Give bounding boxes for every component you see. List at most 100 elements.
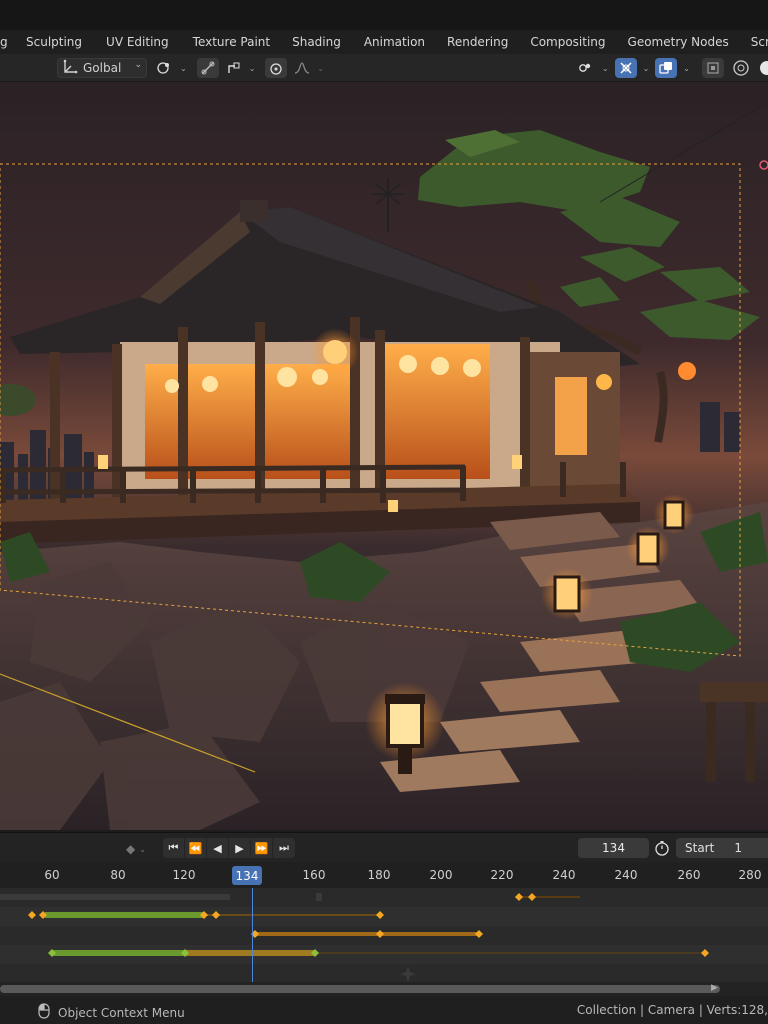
tab-geometry-nodes[interactable]: Geometry Nodes: [614, 30, 737, 54]
viewport-right-controls: ⌄ ⌄ ⌄: [574, 58, 768, 78]
tab-animation[interactable]: Animation: [349, 30, 433, 54]
viewport-header: Golbal ⌄ ⌄ ⌄ ⌄ ⌄ ⌄ ⌄: [0, 54, 768, 82]
status-hint: Object Context Menu: [58, 1005, 185, 1020]
tab-compositing[interactable]: Compositing: [516, 30, 613, 54]
wireframe-shading-button[interactable]: [730, 58, 752, 78]
workspace-tabs: g Sculpting UV Editing Texture Paint Sha…: [0, 30, 768, 54]
tab-scripting[interactable]: Scripting: [737, 30, 768, 54]
play-reverse-icon: ◀: [213, 841, 222, 855]
keyframe[interactable]: [528, 893, 536, 901]
scrollbar-thumb[interactable]: [0, 985, 720, 993]
ruler-tick: 280: [738, 868, 762, 882]
stopwatch-icon[interactable]: [652, 838, 672, 858]
ruler-tick: 200: [429, 868, 453, 882]
proportional-edit-icon: [270, 63, 283, 75]
keying-dropdown[interactable]: ◆ ⌄: [118, 839, 154, 859]
ruler-tick: 260: [677, 868, 701, 882]
snap-group: ⌄ ⌄ ⌄: [154, 58, 324, 78]
falloff-icon: [295, 62, 310, 74]
jump-to-start-button[interactable]: ⏮: [163, 838, 185, 858]
timeline-header: ◆ ⌄ ⏮ ⏪ ◀ ▶ ⏩ ⏭ 134 Start 1: [0, 832, 768, 862]
overlay-icon: [659, 62, 673, 74]
start-frame-value: 1: [734, 841, 742, 855]
jump-to-start-icon: ⏮: [168, 841, 179, 854]
current-frame-indicator[interactable]: 134: [232, 866, 262, 885]
tab-shading[interactable]: Shading: [278, 30, 349, 54]
proportional-edit-button[interactable]: [265, 58, 288, 78]
keyframe[interactable]: [376, 911, 384, 919]
tab-rendering[interactable]: Rendering: [433, 30, 516, 54]
pivot-icon: [157, 62, 169, 74]
play-button[interactable]: ▶: [229, 838, 251, 858]
jump-to-prev-keyframe-button[interactable]: ⏪: [185, 838, 207, 858]
tab-sculpting[interactable]: Sculpting: [8, 30, 90, 54]
tab-uv-editing[interactable]: UV Editing: [90, 30, 177, 54]
rewind-icon: ⏪: [188, 841, 203, 855]
scene-statistics: Collection | Camera | Verts:128,: [576, 1003, 768, 1017]
keyframe[interactable]: [515, 893, 523, 901]
gizmo-toggle-button[interactable]: [614, 58, 637, 78]
timeline-scrollbar[interactable]: ▶: [0, 982, 768, 996]
tab-texture-paint[interactable]: Texture Paint: [177, 30, 278, 54]
visibility-dropdown[interactable]: [574, 58, 596, 78]
transform-pivot-icon: [62, 59, 78, 78]
jump-to-next-keyframe-button[interactable]: ⏩: [251, 838, 273, 858]
tab-layout-partial[interactable]: g: [0, 30, 8, 54]
play-icon: ▶: [235, 841, 244, 855]
pivot-point-button[interactable]: [154, 58, 176, 78]
frame-ruler[interactable]: 60 80 120 134 160 180 200 220 240 240 26…: [0, 862, 768, 888]
keyframe[interactable]: [212, 911, 220, 919]
transform-orientation-dropdown[interactable]: Golbal ⌄: [57, 58, 147, 78]
chevron-down-icon: ⌄: [601, 63, 609, 73]
keyframe[interactable]: [376, 930, 384, 938]
solid-shading-icon: [760, 61, 768, 75]
ruler-tick: 80: [110, 868, 126, 882]
falloff-dropdown[interactable]: [291, 58, 313, 78]
xray-icon: [707, 62, 719, 74]
rendered-scene: [0, 82, 768, 830]
jump-to-end-icon: ⏭: [279, 841, 289, 854]
playback-controls: ⏮ ⏪ ◀ ▶ ⏩ ⏭: [163, 838, 295, 858]
chevron-down-icon: ⌄: [139, 844, 146, 854]
overlay-toggle-button[interactable]: [655, 58, 678, 78]
keyframe-tracks: [0, 893, 709, 982]
start-frame-field[interactable]: Start 1: [676, 838, 768, 858]
3d-viewport[interactable]: [0, 82, 768, 830]
status-left: Object Context Menu: [38, 1003, 185, 1022]
playhead[interactable]: [252, 888, 253, 982]
snap-icon: [201, 61, 215, 75]
chevron-down-icon: ⌄: [317, 63, 325, 73]
snap-to-dropdown[interactable]: [223, 58, 245, 78]
ruler-tick: 180: [367, 868, 391, 882]
title-bar: [0, 0, 768, 30]
chevron-down-icon: ⌄: [180, 63, 187, 73]
chevron-down-icon: ⌄: [642, 63, 650, 73]
dopesheet[interactable]: [0, 888, 768, 982]
keyframe[interactable]: [701, 949, 709, 957]
play-reverse-button[interactable]: ◀: [207, 838, 229, 858]
ruler-tick: 60: [44, 868, 60, 882]
status-bar: Object Context Menu Collection | Camera …: [0, 996, 768, 1024]
keyframe-icon: ◆: [126, 842, 136, 856]
ruler-tick: 160: [302, 868, 326, 882]
keyframe[interactable]: [28, 911, 36, 919]
ruler-tick: 240: [614, 868, 638, 882]
xray-toggle-button[interactable]: [702, 58, 724, 78]
jump-to-end-button[interactable]: ⏭: [273, 838, 295, 858]
start-frame-label: Start: [685, 841, 715, 855]
shading-icon: [733, 60, 749, 76]
snap-to-icon: [228, 62, 240, 73]
gizmo-icon: [620, 62, 632, 74]
chevron-down-icon: ⌄: [248, 63, 256, 73]
fast-forward-icon: ⏩: [254, 841, 269, 855]
keyframe[interactable]: [475, 930, 483, 938]
solid-shading-button[interactable]: [758, 58, 768, 78]
scroll-right-icon: ▶: [711, 983, 718, 993]
visibility-icon: [579, 63, 591, 72]
ruler-tick: 240: [552, 868, 576, 882]
snap-toggle-button[interactable]: [196, 58, 219, 78]
mouse-icon: [38, 1003, 50, 1022]
ruler-tick: 120: [172, 868, 196, 882]
ruler-tick: 220: [490, 868, 514, 882]
current-frame-field[interactable]: 134: [578, 838, 649, 858]
